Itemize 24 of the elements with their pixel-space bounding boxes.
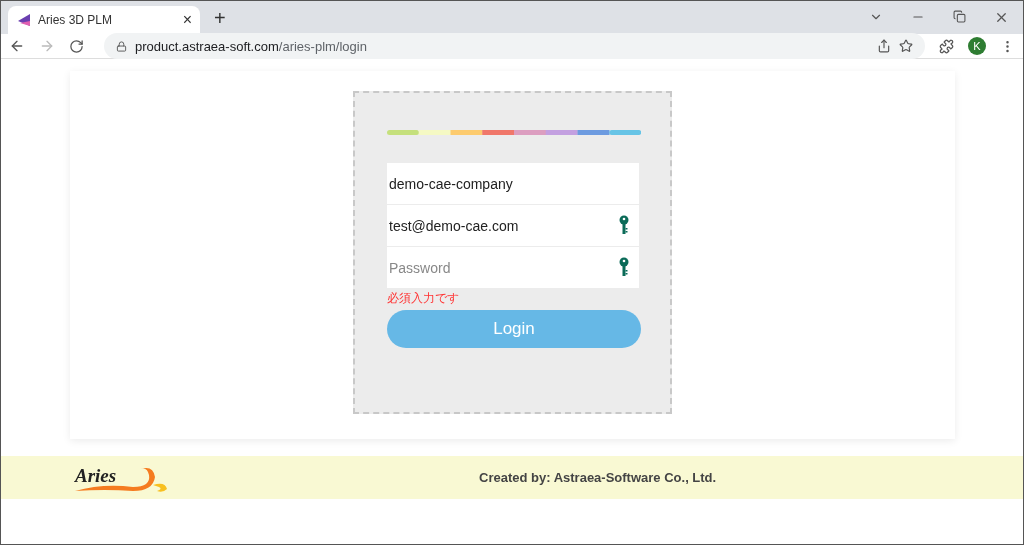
key-icon bbox=[619, 215, 629, 235]
new-tab-button[interactable]: + bbox=[214, 8, 226, 28]
extensions-icon[interactable] bbox=[939, 38, 954, 54]
input-field[interactable]: demo-cae-company bbox=[387, 163, 639, 204]
error-message: 必須入力です bbox=[387, 290, 460, 307]
credit-text: Created by: Astraea-Software Co., Ltd. bbox=[479, 470, 717, 485]
address-bar[interactable]: product.astraea-soft.com/aries-plm/login bbox=[104, 33, 925, 59]
back-icon[interactable] bbox=[9, 38, 25, 54]
lock-icon bbox=[116, 40, 127, 52]
input-field[interactable]: Password bbox=[387, 247, 639, 288]
tab-close-button[interactable]: × bbox=[182, 12, 192, 28]
tab-title: Aries 3D PLM bbox=[38, 13, 114, 27]
share-icon[interactable] bbox=[877, 39, 891, 53]
input-field[interactable]: test@demo-cae.com bbox=[387, 205, 639, 246]
reload-icon[interactable] bbox=[69, 38, 84, 54]
app-logo-icon bbox=[18, 14, 30, 26]
close-icon[interactable] bbox=[994, 10, 1009, 25]
logo-text: Aries bbox=[75, 464, 117, 487]
star-icon[interactable] bbox=[899, 39, 913, 53]
key-icon bbox=[619, 257, 629, 277]
profile-avatar[interactable]: K bbox=[968, 37, 986, 55]
url-text: product.astraea-soft.com/aries-plm/login bbox=[135, 38, 368, 54]
restore-icon[interactable] bbox=[953, 10, 966, 23]
browser-tab[interactable]: Aries 3D PLM × bbox=[8, 6, 200, 34]
